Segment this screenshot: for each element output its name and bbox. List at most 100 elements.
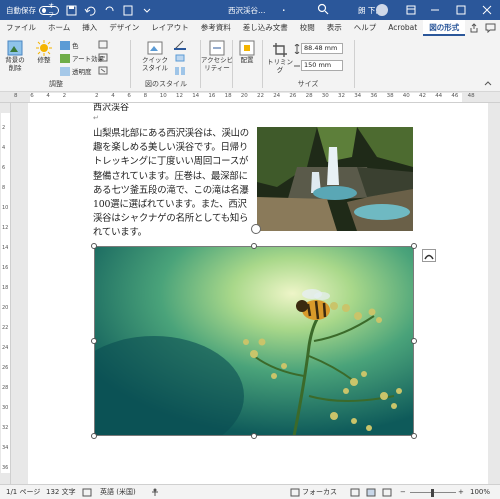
zoom-out-icon[interactable]: −	[400, 485, 406, 499]
change-picture-icon[interactable]	[98, 53, 108, 62]
word-count[interactable]: 132 文字	[46, 485, 76, 499]
ruler-number: 32	[338, 93, 345, 99]
group-picture-styles-label: 図のスタイル	[145, 80, 187, 88]
ruler-number: 10	[159, 93, 167, 99]
horizontal-ruler[interactable]: 8 6 4 2 2 4 6 8 10 12 14 16 18 20 22 24 26 28 30 32 34 36 38 40…	[0, 92, 500, 103]
save-icon[interactable]	[64, 3, 78, 17]
ruler-number: 6	[30, 93, 34, 99]
tab-picture-format[interactable]: 図の形式	[423, 20, 466, 36]
vertical-ruler[interactable]: 2 4 6 8 10 12 14 16 18 20 22 24 26 28 30 32 34 36	[0, 103, 11, 484]
vruler-number: 22	[2, 325, 9, 331]
share-icon[interactable]	[467, 21, 481, 35]
zoom-level[interactable]: 100%	[470, 485, 490, 499]
ribbon-display-icon[interactable]	[400, 0, 422, 20]
body-paragraph[interactable]: 山梨県北部にある西沢渓谷は、渓山の趣を楽しめる美しい渓谷です。日帰りトレッキング…	[93, 127, 255, 241]
quick-styles-icon	[147, 41, 163, 55]
picture-layout-icon[interactable]	[174, 66, 186, 76]
tab-review[interactable]: 校閲	[294, 20, 321, 36]
maximize-icon[interactable]	[450, 0, 472, 20]
reset-picture-icon[interactable]	[98, 66, 108, 75]
comments-icon[interactable]	[483, 21, 497, 35]
resize-handle-sw[interactable]	[91, 433, 97, 439]
read-mode-icon[interactable]	[350, 485, 360, 499]
tab-mailings[interactable]: 差し込み文書	[237, 20, 294, 36]
focus-mode[interactable]: フォーカス	[302, 485, 337, 499]
alt-text-button[interactable]: アクセシビ リティー	[201, 40, 233, 72]
redo-icon[interactable]	[102, 3, 116, 17]
width-input[interactable]: 150 mm	[301, 60, 343, 71]
rotate-handle-icon[interactable]	[251, 224, 261, 234]
resize-handle-se[interactable]	[411, 433, 417, 439]
quick-styles-button[interactable]: クイック スタイル	[140, 40, 170, 72]
autosave-state: オフ	[48, 3, 55, 19]
tab-acrobat[interactable]: Acrobat	[382, 20, 423, 36]
tab-design[interactable]: デザイン	[103, 20, 145, 36]
collapse-ribbon-icon[interactable]	[484, 79, 492, 88]
vruler-number: 12	[2, 225, 9, 231]
picture-border-icon[interactable]	[174, 40, 186, 50]
crop-button[interactable]: トリミング	[266, 42, 294, 74]
tab-view[interactable]: 表示	[321, 20, 348, 36]
tab-layout[interactable]: レイアウト	[145, 20, 195, 36]
resize-handle-nw[interactable]	[91, 243, 97, 249]
focus-icon[interactable]	[290, 485, 300, 499]
tab-insert[interactable]: 挿入	[76, 20, 103, 36]
customize-qat-icon[interactable]	[140, 3, 154, 17]
autosave-label: 自動保存	[6, 5, 36, 15]
undo-icon[interactable]	[83, 3, 97, 17]
page-count[interactable]: 1/1 ページ	[6, 485, 40, 499]
zoom-in-icon[interactable]: +	[458, 485, 464, 499]
zoom-slider-thumb[interactable]	[431, 489, 434, 497]
web-layout-icon[interactable]	[382, 485, 392, 499]
proofing-icon[interactable]	[82, 485, 92, 499]
avatar[interactable]	[376, 4, 388, 16]
vruler-number: 34	[2, 445, 9, 451]
ribbon-tabs: ファイル ホーム 挿入 デザイン レイアウト 参考資料 差し込み文書 校閲 表示…	[0, 20, 500, 36]
ribbon-separator	[262, 40, 263, 88]
height-input[interactable]: 88.48 mm	[301, 43, 343, 54]
minimize-icon[interactable]	[424, 0, 446, 20]
ruler-number: 2	[95, 93, 99, 99]
ruler-number: 30	[321, 93, 329, 99]
vruler-number: 10	[2, 205, 9, 211]
autosave-toggle[interactable]: オフ	[39, 3, 59, 19]
ruler-number: 26	[289, 93, 297, 99]
resize-handle-s[interactable]	[251, 433, 257, 439]
tab-file[interactable]: ファイル	[0, 20, 42, 36]
transparency-button[interactable]: 透明度	[60, 66, 92, 76]
search-icon[interactable]	[317, 3, 331, 17]
remove-background-label: 背景の 削除	[5, 56, 25, 72]
remove-background-icon	[7, 40, 23, 56]
remove-background-button[interactable]: 背景の 削除	[2, 40, 28, 72]
color-label: 色	[72, 42, 79, 50]
accessibility-status-icon[interactable]	[150, 485, 160, 499]
resize-handle-e[interactable]	[411, 338, 417, 344]
ruler-number: 8	[143, 93, 148, 99]
tab-home[interactable]: ホーム	[42, 20, 76, 36]
resize-handle-w[interactable]	[91, 338, 97, 344]
picture-effects-icon[interactable]	[174, 53, 186, 63]
vruler-number: 16	[2, 265, 9, 271]
resize-handle-ne[interactable]	[411, 243, 417, 249]
ruler-number: 18	[224, 93, 232, 99]
language-status[interactable]: 英語 (米国)	[100, 485, 136, 499]
close-icon[interactable]	[476, 0, 498, 20]
tab-help[interactable]: ヘルプ	[348, 20, 383, 36]
position-button[interactable]: 配置	[234, 40, 260, 64]
waterfall-image-graphic	[257, 127, 413, 231]
color-icon	[60, 40, 70, 50]
document-page[interactable]: 西沢渓谷 ↵ 山梨県北部にある西沢渓谷は、渓山の趣を楽しめる美しい渓谷です。日帰…	[28, 103, 488, 484]
ribbon: 背景の 削除 修整 色 アート効果 透明度 調整 クイック スタイル 図のスタイ…	[0, 36, 500, 92]
document-icon[interactable]	[121, 3, 135, 17]
transparency-icon	[60, 66, 70, 76]
ruler-number: 24	[273, 93, 281, 99]
corrections-button[interactable]: 修整	[32, 40, 56, 64]
layout-options-button[interactable]	[422, 249, 436, 262]
resize-handle-n[interactable]	[251, 243, 257, 249]
tab-references[interactable]: 参考資料	[195, 20, 237, 36]
waterfall-image[interactable]	[257, 127, 413, 231]
color-button[interactable]: 色	[60, 40, 79, 50]
compress-pictures-icon[interactable]	[98, 40, 108, 49]
vruler-number: 18	[2, 285, 9, 291]
print-layout-icon[interactable]	[366, 485, 376, 499]
